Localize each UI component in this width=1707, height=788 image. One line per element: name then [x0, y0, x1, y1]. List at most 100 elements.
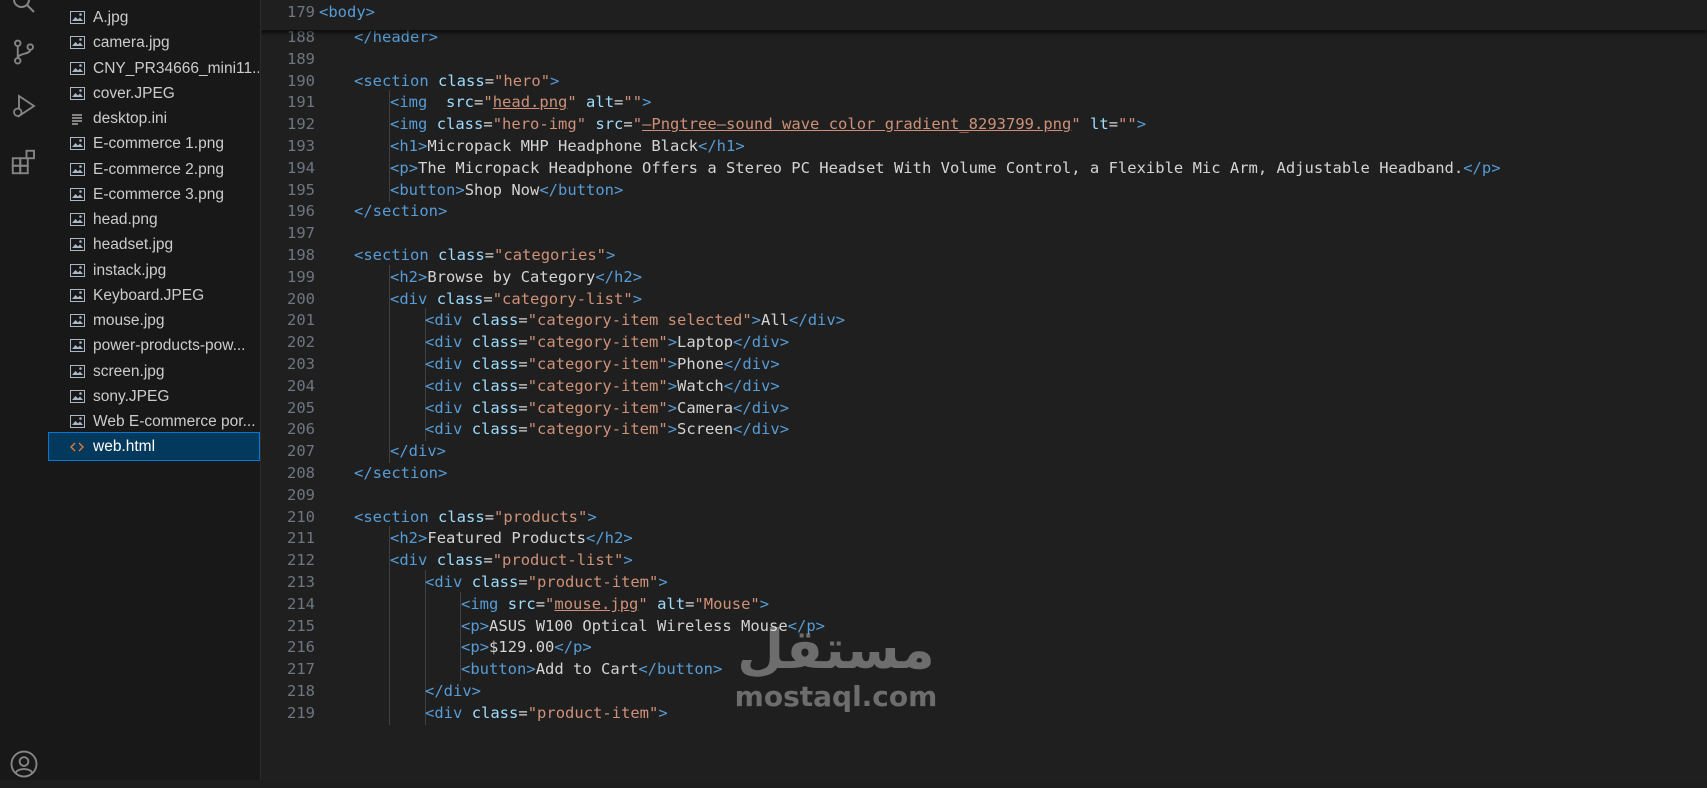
- code-line[interactable]: 189: [261, 47, 1707, 71]
- code-token: h1: [716, 137, 736, 155]
- code-token: =: [518, 420, 528, 438]
- line-number: 219: [287, 704, 315, 722]
- file-item[interactable]: Web E-commerce por...: [49, 408, 259, 435]
- code-content: <h2>Featured Products</h2>: [390, 526, 633, 550]
- code-token: >: [614, 181, 624, 199]
- line-number: 209: [287, 486, 315, 504]
- code-token: div: [434, 399, 463, 417]
- code-token: >: [770, 377, 780, 395]
- code-token: </: [733, 333, 752, 351]
- code-token: img: [470, 595, 499, 613]
- code-line[interactable]: 196 </section>: [261, 199, 1707, 223]
- run-debug-icon[interactable]: [0, 82, 48, 130]
- file-item[interactable]: Keyboard.JPEG: [49, 282, 259, 309]
- code-token: div: [434, 377, 463, 395]
- file-item[interactable]: E-commerce 1.png: [49, 130, 259, 157]
- image-icon: [69, 188, 85, 202]
- line-number: 179: [287, 3, 315, 21]
- account-icon[interactable]: [0, 740, 48, 788]
- code-line[interactable]: 209: [261, 483, 1707, 507]
- code-line[interactable]: 217 <button>Add to Cart</button>: [261, 657, 1707, 681]
- file-name: head.png: [93, 210, 158, 228]
- code-token: >: [1491, 159, 1501, 177]
- code-token: h2: [399, 268, 419, 286]
- line-number: 192: [287, 115, 315, 133]
- file-item[interactable]: E-commerce 2.png: [49, 156, 259, 183]
- code-content: <img src="head.png" alt="">: [390, 90, 651, 114]
- code-content: <p>The Micropack Headphone Offers a Ster…: [390, 156, 1501, 180]
- file-explorer: A.jpg camera.jpg CNY_PR34666_mini11... cove…: [48, 0, 261, 780]
- code-line[interactable]: 199 <h2>Browse by Category</h2>: [261, 265, 1707, 289]
- file-item[interactable]: CNY_PR34666_mini11...: [49, 55, 259, 82]
- sticky-scroll-header[interactable]: 179 <body>: [261, 0, 1707, 30]
- file-item[interactable]: cover.JPEG: [49, 80, 259, 107]
- extensions-icon[interactable]: [0, 138, 48, 186]
- code-line[interactable]: 216 <p>$129.00</p>: [261, 635, 1707, 659]
- file-item[interactable]: power-products-pow...: [49, 332, 259, 359]
- code-token: "product-item": [527, 573, 659, 591]
- code-line[interactable]: 202 <div class="category-item">Laptop</di…: [261, 330, 1707, 354]
- file-item[interactable]: mouse.jpg: [49, 307, 259, 334]
- code-editor[interactable]: 179 <body> 188 </header> 189 190 <section cla…: [261, 0, 1707, 780]
- file-item[interactable]: desktop.ini: [49, 105, 259, 132]
- code-line[interactable]: 212 <div class="product-list">: [261, 548, 1707, 572]
- code-token: class: [471, 704, 519, 722]
- line-number: 214: [287, 595, 315, 613]
- code-line[interactable]: 206 <div class="category-item">Screen</di…: [261, 417, 1707, 441]
- code-token: "products": [494, 508, 588, 526]
- code-line[interactable]: 207 </div>: [261, 439, 1707, 463]
- code-line[interactable]: 191 <img src="head.png" alt="">: [261, 90, 1707, 114]
- code-line[interactable]: 179 <body>: [261, 0, 1707, 24]
- code-line[interactable]: 214 <img src="mouse.jpg" alt="Mouse">: [261, 592, 1707, 616]
- line-number: 197: [287, 224, 315, 242]
- code-token: >: [667, 399, 678, 417]
- code-token: >: [479, 638, 490, 656]
- code-token: ": [632, 115, 643, 133]
- search-icon[interactable]: [0, 0, 48, 26]
- code-line[interactable]: 218 </div>: [261, 679, 1707, 703]
- code-token: </: [1463, 159, 1482, 177]
- code-token: button: [399, 181, 456, 199]
- file-item[interactable]: web.html: [48, 432, 260, 461]
- code-token: section: [363, 508, 429, 526]
- code-line[interactable]: 198 <section class="categories">: [261, 243, 1707, 267]
- code-line[interactable]: 213 <div class="product-item">: [261, 570, 1707, 594]
- code-line[interactable]: 197: [261, 221, 1707, 245]
- file-item[interactable]: E-commerce 3.png: [49, 181, 259, 208]
- code-line[interactable]: 219 <div class="product-item">: [261, 701, 1707, 725]
- code-token: "category-item": [527, 377, 668, 395]
- indent-guide: [389, 374, 390, 398]
- file-item[interactable]: headset.jpg: [49, 231, 259, 258]
- code-line[interactable]: 204 <div class="category-item">Watch</div…: [261, 374, 1707, 398]
- line-number: 198: [287, 246, 315, 264]
- code-token: div: [434, 420, 463, 438]
- code-line[interactable]: 194 <p>The Micropack Headphone Offers a S…: [261, 156, 1707, 180]
- line-number: 194: [287, 159, 315, 177]
- code-token: =: [518, 333, 528, 351]
- file-item[interactable]: camera.jpg: [49, 29, 259, 56]
- code-line[interactable]: 208 </section>: [261, 461, 1707, 485]
- code-token: </: [723, 355, 743, 373]
- file-item[interactable]: instack.jpg: [49, 257, 259, 284]
- line-number: 189: [287, 50, 315, 68]
- code-token: >: [751, 311, 762, 329]
- file-item[interactable]: sony.JPEG: [49, 383, 259, 410]
- code-line[interactable]: 193 <h1>Micropack MHP Headphone Black</h1…: [261, 134, 1707, 158]
- code-line[interactable]: 192 <img class="hero-img" src="—Pngtree—s…: [261, 112, 1707, 136]
- file-item[interactable]: screen.jpg: [49, 358, 259, 385]
- file-name: instack.jpg: [93, 261, 167, 279]
- code-token: class: [471, 355, 519, 373]
- code-token: "": [623, 93, 643, 111]
- code-line[interactable]: 211 <h2>Featured Products</h2>: [261, 526, 1707, 550]
- code-content: <div class="product-item">: [425, 701, 668, 725]
- code-token: class: [471, 311, 519, 329]
- code-line[interactable]: 201 <div class="category-item selected">A…: [261, 308, 1707, 332]
- source-control-icon[interactable]: [0, 28, 48, 76]
- code-line[interactable]: 203 <div class="category-item">Phone</div…: [261, 352, 1707, 376]
- file-item[interactable]: A.jpg: [49, 4, 259, 31]
- file-item[interactable]: head.png: [49, 206, 259, 233]
- watermark-latin-text: mostaql.com: [735, 680, 938, 713]
- code-content: <body>: [319, 0, 375, 24]
- code-token: >: [582, 638, 592, 656]
